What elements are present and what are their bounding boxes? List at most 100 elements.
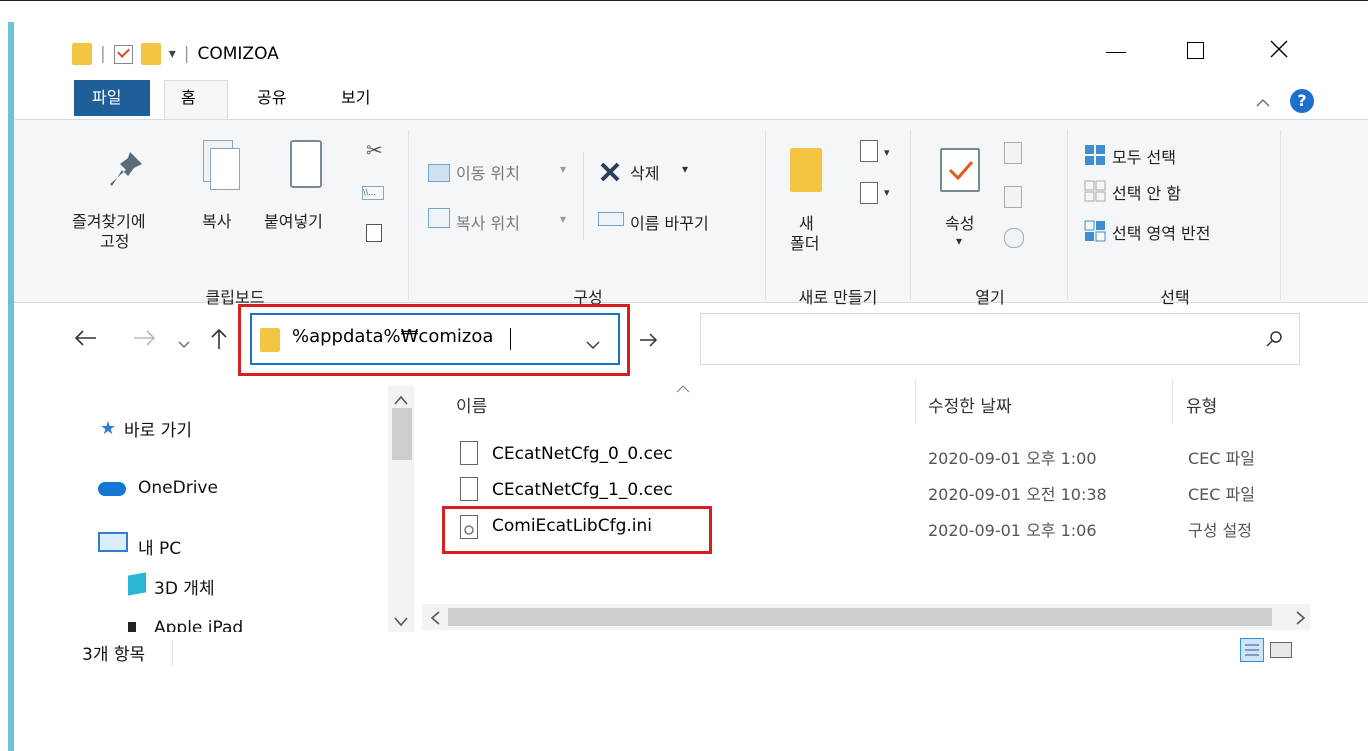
large-icons-view-icon[interactable]	[1270, 642, 1292, 658]
folder-icon	[72, 43, 92, 65]
copy-icon-front	[210, 148, 240, 190]
open-icon[interactable]	[1004, 142, 1022, 164]
delete-button[interactable]: 삭제	[630, 160, 659, 184]
forward-arrow-icon[interactable]	[132, 330, 156, 350]
rename-icon	[598, 212, 624, 226]
quick-access-toolbar: | ▾ | COMIZOA	[72, 40, 279, 68]
select-all-icon	[1084, 144, 1106, 170]
rename-button[interactable]: 이름 바꾸기	[630, 210, 709, 234]
copy-to-icon	[428, 208, 450, 228]
move-to-dropdown-icon[interactable]: ▾	[560, 162, 566, 176]
maximize-icon[interactable]	[1187, 42, 1204, 59]
sort-ascending-icon	[676, 378, 690, 397]
column-type[interactable]: 유형	[1186, 392, 1217, 417]
new-item-dropdown-icon[interactable]: ▾	[884, 146, 890, 159]
easy-access-dropdown-icon[interactable]: ▾	[884, 186, 890, 199]
file-highlight-box	[442, 506, 712, 554]
history-icon[interactable]	[1004, 228, 1024, 248]
column-date[interactable]: 수정한 날짜	[928, 392, 1012, 417]
nav-this-pc[interactable]: 내 PC	[138, 534, 181, 559]
close-icon[interactable]	[1268, 38, 1290, 60]
nav-apple-ipad[interactable]: Apple iPad	[154, 618, 243, 632]
up-arrow-icon[interactable]	[210, 328, 228, 354]
nav-3d-objects[interactable]: 3D 개체	[154, 574, 215, 599]
star-icon: ★	[100, 418, 117, 439]
paste-button[interactable]: 붙여넣기	[264, 208, 323, 232]
help-icon[interactable]: ?	[1290, 89, 1314, 113]
select-none-button[interactable]: 선택 안 함	[1112, 180, 1181, 204]
file-type: CEC 파일	[1188, 449, 1255, 468]
horizontal-scrollbar-thumb[interactable]	[448, 608, 1272, 626]
scroll-left-icon[interactable]	[430, 610, 440, 629]
top-border	[0, 0, 1368, 1]
qat-dropdown-icon[interactable]: ▾	[169, 46, 176, 62]
new-group-label: 새로 만들기	[798, 288, 878, 307]
recent-locations-icon[interactable]	[178, 334, 190, 353]
move-to-button[interactable]: 이동 위치	[456, 160, 520, 184]
back-arrow-icon[interactable]	[74, 330, 98, 350]
column-divider[interactable]	[1172, 380, 1173, 424]
ribbon-separator	[408, 130, 409, 300]
file-name[interactable]: CEcatNetCfg_0_0.cec	[492, 444, 673, 464]
paste-icon	[290, 140, 322, 188]
tab-share[interactable]: 공유	[257, 84, 286, 108]
organize-divider	[583, 152, 584, 240]
ipad-icon	[128, 622, 136, 632]
tab-view[interactable]: 보기	[341, 84, 370, 108]
nav-onedrive[interactable]: OneDrive	[138, 478, 218, 498]
tab-home[interactable]	[164, 80, 228, 120]
onedrive-icon	[98, 482, 126, 496]
qat-separator: |	[183, 44, 190, 64]
go-arrow-icon[interactable]	[638, 332, 658, 352]
file-date: 2020-09-01 오후 1:00	[928, 449, 1097, 468]
copy-to-button[interactable]: 복사 위치	[456, 210, 520, 234]
properties-dropdown-icon[interactable]: ▾	[956, 234, 962, 248]
easy-access-icon[interactable]	[860, 182, 878, 204]
nav-scrollbar-thumb[interactable]	[392, 408, 412, 460]
scroll-up-icon[interactable]	[394, 390, 408, 409]
pin-label-line2: 고정	[100, 232, 130, 251]
edit-icon[interactable]	[1004, 186, 1022, 208]
scroll-down-icon[interactable]	[394, 612, 408, 631]
delete-dropdown-icon[interactable]: ▾	[682, 162, 688, 176]
file-icon	[460, 477, 478, 501]
move-to-icon	[428, 164, 450, 182]
status-item-count: 3개 항목	[82, 645, 146, 665]
new-folder-icon[interactable]	[140, 43, 161, 65]
copy-to-dropdown-icon[interactable]: ▾	[560, 212, 566, 226]
nav-clipped-row: Apple iPad	[82, 618, 422, 632]
collapse-ribbon-icon[interactable]	[1256, 92, 1270, 111]
new-item-icon[interactable]	[860, 140, 878, 162]
tab-home-label: 홈	[181, 88, 196, 107]
column-name[interactable]: 이름	[456, 392, 487, 417]
invert-selection-button[interactable]: 선택 영역 반전	[1112, 220, 1211, 244]
search-input[interactable]	[700, 313, 1300, 365]
ribbon-separator	[765, 130, 766, 300]
scroll-right-icon[interactable]	[1296, 610, 1306, 629]
column-divider[interactable]	[915, 380, 916, 424]
copy-button[interactable]: 복사	[202, 208, 231, 232]
file-date: 2020-09-01 오후 1:06	[928, 521, 1097, 540]
select-all-button[interactable]: 모두 선택	[1112, 144, 1176, 168]
file-date: 2020-09-01 오전 10:38	[928, 485, 1107, 504]
delete-icon	[598, 160, 622, 188]
paste-shortcut-icon[interactable]	[366, 224, 382, 242]
cut-icon[interactable]: ✂	[366, 138, 383, 162]
copy-path-icon[interactable]: \\...	[362, 186, 384, 200]
properties-check-icon[interactable]	[113, 44, 133, 64]
new-folder-large-icon	[790, 148, 822, 192]
minimize-icon[interactable]	[1106, 52, 1126, 53]
ribbon-separator	[1280, 130, 1281, 300]
select-group-label: 선택	[1160, 288, 1190, 307]
pin-icon	[108, 150, 144, 194]
address-highlight-box	[238, 304, 630, 376]
file-type: 구성 설정	[1188, 521, 1252, 540]
details-view-icon[interactable]	[1240, 638, 1264, 662]
file-name[interactable]: CEcatNetCfg_1_0.cec	[492, 480, 673, 500]
new-folder-label-line2: 폴더	[790, 234, 820, 253]
search-icon[interactable]	[1266, 330, 1284, 352]
properties-button[interactable]: 속성	[945, 210, 974, 234]
3d-objects-icon	[128, 572, 146, 596]
select-none-icon	[1084, 180, 1106, 206]
nav-quick-access[interactable]: 바로 가기	[124, 416, 192, 441]
